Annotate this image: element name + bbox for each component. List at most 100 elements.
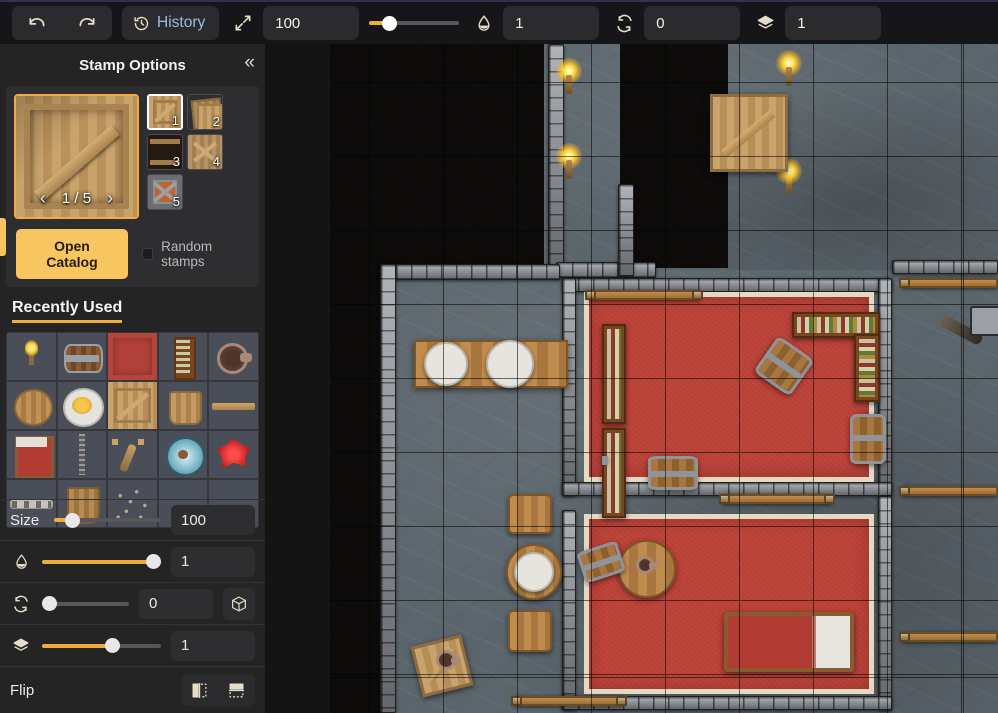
books: [797, 317, 875, 333]
bookcase-right[interactable]: [854, 334, 880, 402]
stamp-variant-1[interactable]: 1: [147, 94, 183, 130]
size-input[interactable]: 100: [263, 6, 360, 40]
stone-block-east[interactable]: [970, 306, 998, 336]
random-stamps-label: Random stamps: [161, 239, 213, 269]
recent-item-wood-plank[interactable]: [209, 382, 258, 429]
recent-item-frying-pan[interactable]: [209, 333, 258, 380]
recent-item-red-rug[interactable]: [108, 333, 157, 380]
stamp-variant-4[interactable]: 4: [187, 134, 223, 170]
randomize-rotation-button[interactable]: [223, 587, 255, 620]
ladder-icon: [58, 431, 107, 478]
recent-item-egg-plate[interactable]: [57, 382, 107, 429]
stamp-counter: 1 / 5: [61, 190, 92, 207]
prev-stamp-button[interactable]: ‹: [40, 188, 46, 209]
layer-value-input[interactable]: 1: [171, 630, 255, 661]
wall-east-upper: [892, 260, 998, 274]
cup-on-crate[interactable]: [436, 650, 461, 670]
redo-button[interactable]: [62, 6, 112, 40]
chevron-double-left-icon[interactable]: «: [244, 53, 254, 72]
droplet-icon-panel: [10, 553, 32, 570]
stamp-preview-nav: ‹ 1 / 5 ›: [16, 188, 137, 209]
recent-item-torch[interactable]: [7, 333, 56, 380]
stool-lower[interactable]: [508, 610, 552, 652]
torch-north-3[interactable]: [776, 50, 802, 86]
recent-item-wand[interactable]: [108, 431, 157, 478]
size-value-input[interactable]: 100: [171, 505, 255, 535]
size-slider-fill: [369, 21, 384, 25]
torch-north-2[interactable]: [556, 143, 582, 179]
torch-handle: [566, 160, 572, 179]
layer-slider-panel[interactable]: [42, 636, 161, 656]
bookcase-left-2[interactable]: [602, 428, 626, 518]
torch-north-1[interactable]: [556, 58, 582, 94]
door-corridor-south[interactable]: [511, 696, 627, 706]
open-catalog-button[interactable]: Open Catalog: [16, 229, 128, 279]
wall-left-outer: [380, 264, 396, 713]
plate-breakfast[interactable]: [486, 340, 534, 388]
rotate-icon: [615, 14, 634, 33]
recent-item-bed[interactable]: [7, 431, 56, 478]
recent-item-barrel-top[interactable]: [7, 382, 56, 429]
recent-item-ladder[interactable]: [57, 431, 107, 478]
recent-item-chest[interactable]: [57, 333, 107, 380]
opacity-knob[interactable]: [146, 554, 161, 569]
opacity-control-row: 1: [0, 541, 265, 583]
flip-row: Flip: [0, 667, 265, 713]
door-room1-north[interactable]: [585, 290, 703, 300]
rotation-slider-panel[interactable]: [42, 594, 129, 614]
wooden-crate-icon: [108, 382, 157, 429]
flip-horizontal-icon[interactable]: [181, 674, 218, 706]
stamp-variant-5[interactable]: 5: [147, 174, 183, 210]
size-slider-knob[interactable]: [382, 15, 398, 31]
wall-stub-north: [618, 184, 634, 276]
placed-crate-stamp[interactable]: [710, 94, 788, 172]
rotation-knob[interactable]: [42, 596, 57, 611]
size-slider-panel[interactable]: [54, 510, 161, 530]
wall-room2-right: [878, 496, 892, 710]
chest-icon: [58, 333, 107, 380]
battlemap-canvas[interactable]: [330, 44, 998, 713]
door-east-upper[interactable]: [899, 278, 998, 288]
chest-room1-mid[interactable]: [648, 456, 698, 490]
size-slider[interactable]: [369, 6, 460, 40]
opacity-input[interactable]: 1: [503, 6, 600, 40]
flip-vertical-icon[interactable]: [218, 674, 255, 706]
stool-upper[interactable]: [508, 494, 552, 534]
opacity-slider-panel[interactable]: [42, 552, 161, 572]
recent-item-bucket[interactable]: [158, 382, 208, 429]
barrel-room1-right[interactable]: [850, 414, 886, 464]
cup-on-table[interactable]: [636, 556, 659, 574]
recent-item-red-crystal[interactable]: [209, 431, 258, 478]
recent-item-bookshelf[interactable]: [158, 333, 208, 380]
undo-button[interactable]: [12, 6, 62, 40]
plate-sandwich[interactable]: [514, 552, 554, 592]
droplet-icon: [475, 14, 493, 32]
panel-edge-handle[interactable]: [0, 218, 6, 256]
random-stamps-checkbox[interactable]: [141, 248, 154, 260]
history-button[interactable]: History: [122, 6, 220, 40]
plate-pie[interactable]: [424, 342, 468, 386]
opacity-value-input[interactable]: 1: [171, 546, 255, 577]
layer-knob[interactable]: [105, 638, 121, 653]
recent-item-wooden-crate[interactable]: [108, 382, 157, 429]
stamp-variant-5-label: 5: [172, 194, 180, 209]
layer-input[interactable]: 1: [785, 6, 882, 40]
torch-handle: [786, 67, 792, 86]
recent-item-shield[interactable]: [158, 431, 208, 478]
door-east-mid[interactable]: [899, 486, 998, 496]
random-stamps-toggle[interactable]: Random stamps: [141, 239, 251, 269]
stamp-preview[interactable]: ‹ 1 / 5 ›: [14, 94, 139, 219]
rotation-input[interactable]: 0: [644, 6, 741, 40]
stamp-variant-3[interactable]: 3: [147, 134, 183, 170]
door-east-lower[interactable]: [899, 632, 998, 642]
stamp-variant-2[interactable]: 2: [187, 94, 223, 130]
layers-icon-panel: [10, 637, 32, 655]
rotation-value-input[interactable]: 0: [139, 588, 213, 619]
door-room1-south[interactable]: [719, 494, 835, 504]
next-stamp-button[interactable]: ›: [107, 188, 113, 209]
size-knob[interactable]: [64, 512, 80, 528]
layer-control-row: 1: [0, 625, 265, 667]
bed-room2[interactable]: [724, 612, 854, 672]
bookcase-left-1[interactable]: [602, 324, 626, 424]
red-rug-icon: [108, 333, 157, 380]
